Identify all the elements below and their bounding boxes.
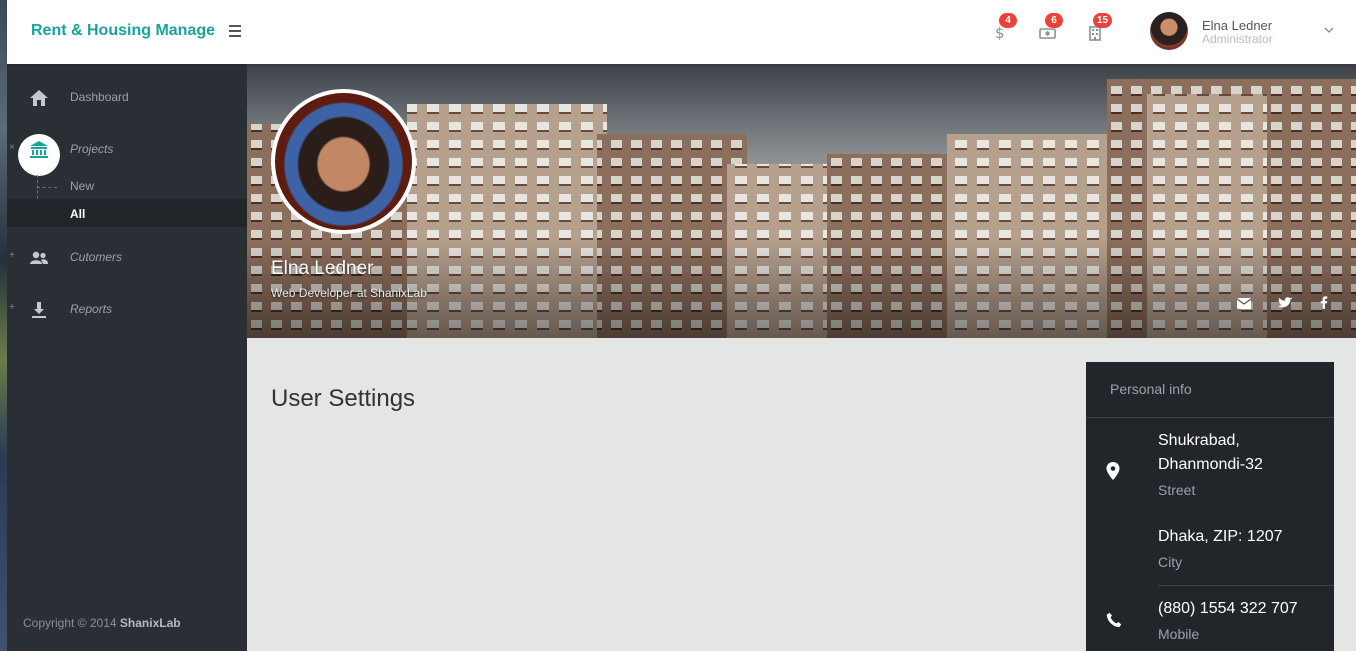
user-role: Administrator [1202,32,1273,46]
street-line1: Shukrabad, [1158,432,1240,449]
topbar: Rent & Housing Manage $ 4 6 15 Elna Ledn… [7,0,1356,64]
sidebar-item-customers[interactable]: + Cutomers [7,238,247,278]
city-value: Dhaka, ZIP: 1207 [1158,528,1283,545]
sidebar-item-label: Cutomers [70,250,123,264]
sidebar-subitem-new[interactable]: New [7,171,247,199]
profile-cover: Elna Ledner Web Developer at ShanixLab [247,64,1356,338]
user-menu[interactable]: Elna Ledner Administrator [1150,12,1350,52]
collapse-icon[interactable]: × [9,142,15,153]
facebook-icon [1320,296,1328,309]
twitter-icon [1277,297,1292,308]
sidebar-item-reports[interactable]: + Reports [7,290,247,330]
city-label: City [1158,554,1183,570]
copyright-brand: ShanixLab [119,616,181,630]
sidebar-item-dashboard[interactable]: Dashboard [7,78,247,118]
expand-icon[interactable]: + [9,250,15,261]
sidebar-item-label: Dashboard [70,90,129,104]
dollar-notification[interactable]: $ 4 [991,13,1017,44]
window-edge [0,0,7,651]
copyright: Copyright © 2014 ShanixLab [23,616,181,630]
phone-value[interactable]: (880) 1554 322 707 [1158,597,1328,621]
user-name: Elna Ledner [1202,18,1273,33]
personal-info-header: Personal info [1086,362,1334,418]
phone-icon [1106,612,1122,628]
notification-badge: 15 [1093,13,1113,28]
menu-toggle-icon[interactable] [229,25,241,37]
personal-info-card: Personal info Shukrabad, Dhanmondi-32 St… [1086,362,1334,651]
sidebar-subitem-label: New [70,179,95,193]
phone-label: Mobile [1158,626,1200,642]
sidebar-subitem-label: All [70,207,86,221]
brand-title[interactable]: Rent & Housing Manage [31,22,215,40]
sidebar-item-label: Projects [70,142,114,156]
map-marker-icon [1106,462,1120,480]
notification-badge: 4 [999,13,1017,28]
email-link[interactable] [1236,296,1257,314]
building-notification[interactable]: 15 [1085,13,1113,44]
avatar [1150,12,1188,50]
divider [1158,585,1334,586]
download-icon [32,302,46,318]
profile-name: Elna Ledner [271,258,374,279]
street-label: Street [1158,482,1196,498]
home-icon [30,90,48,106]
profile-avatar [271,89,416,234]
profile-title: Web Developer at ShanixLab [271,286,427,300]
facebook-link[interactable] [1320,296,1340,314]
notification-badge: 6 [1045,13,1063,28]
expand-icon[interactable]: + [9,302,15,313]
sidebar-item-label: Reports [70,302,113,316]
money-notification[interactable]: 6 [1037,13,1063,44]
street-line2: Dhanmondi-32 [1158,456,1263,473]
page-title: User Settings [271,385,416,412]
chevron-down-icon [1324,27,1334,33]
bank-icon [30,141,48,158]
twitter-link[interactable] [1277,296,1298,314]
sidebar: Dashboard × Projects New All + Cutomers … [7,64,247,651]
users-icon [30,251,48,264]
sidebar-subitem-all[interactable]: All [7,199,247,227]
sidebar-item-projects[interactable]: × Projects [7,130,247,170]
envelope-icon [1236,298,1252,309]
personal-info-title: Personal info [1110,381,1192,397]
